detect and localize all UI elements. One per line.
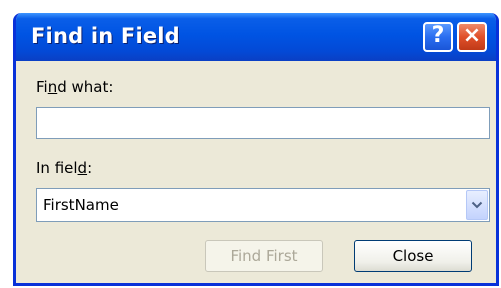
dropdown-button[interactable] [466, 190, 488, 220]
find-first-button[interactable]: Find First [205, 240, 323, 272]
close-icon: × [462, 23, 482, 48]
in-field-dropdown[interactable]: FirstName [36, 188, 490, 222]
close-button[interactable]: Close [354, 240, 472, 272]
find-what-label: Find what: [36, 78, 114, 96]
help-button[interactable]: ? [423, 22, 453, 52]
chevron-down-icon [471, 201, 483, 209]
title-bar[interactable]: Find in Field ? × [16, 13, 496, 61]
title-close-button[interactable]: × [457, 22, 487, 52]
in-field-label: In field: [36, 159, 93, 177]
find-in-field-dialog: Find in Field ? × Find what: In field: F… [13, 13, 499, 286]
in-field-selected-value: FirstName [43, 196, 119, 214]
help-icon: ? [431, 23, 445, 48]
dialog-title: Find in Field [31, 24, 180, 48]
find-what-input[interactable] [36, 107, 490, 139]
